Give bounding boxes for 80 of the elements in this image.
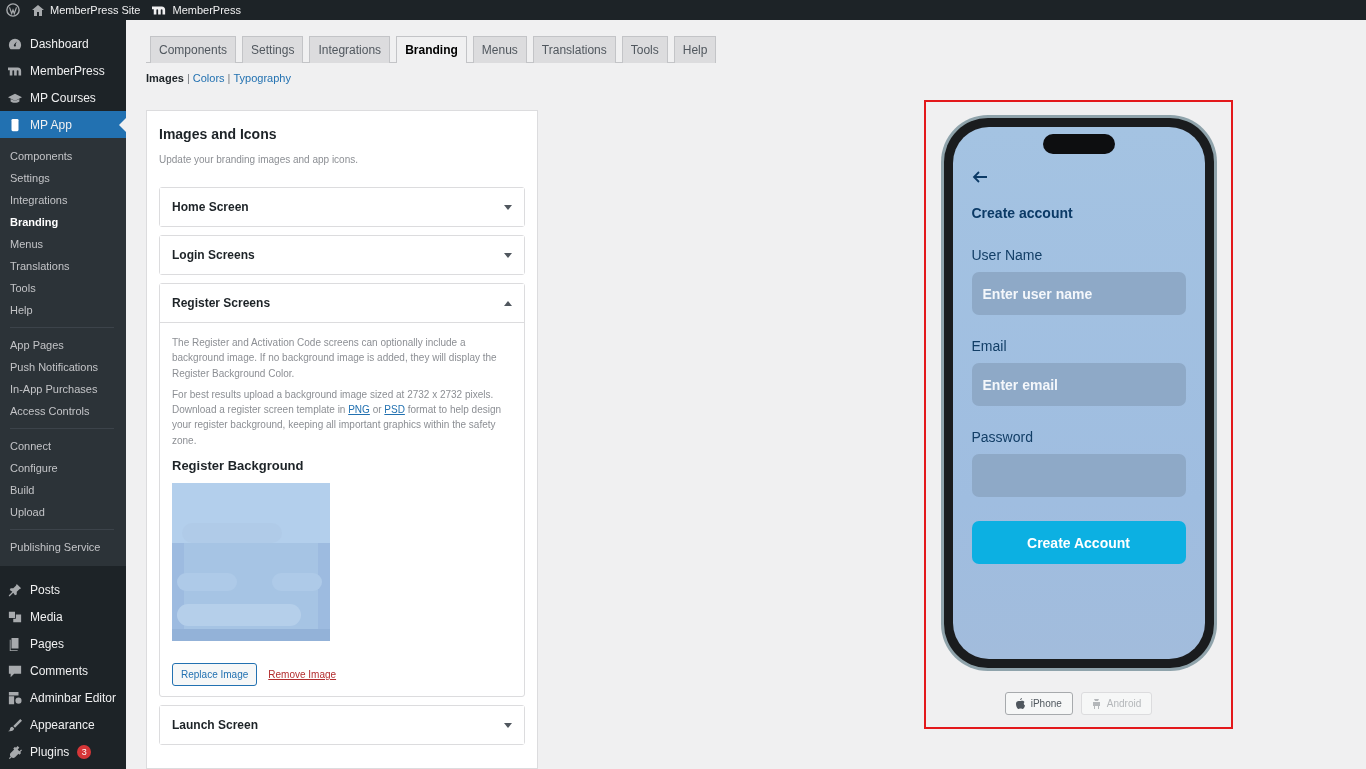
submenu-item[interactable]: Help xyxy=(0,299,126,321)
tab[interactable]: Menus xyxy=(472,36,527,63)
sidebar-item[interactable]: Plugins 3 xyxy=(0,738,126,765)
sidebar-item[interactable]: MP App xyxy=(0,111,126,138)
caret-down-icon xyxy=(504,252,512,258)
caret-down-icon xyxy=(504,204,512,210)
sidebar-item[interactable]: Appearance xyxy=(0,711,126,738)
apple-icon xyxy=(1015,698,1025,709)
brush-icon xyxy=(8,717,22,732)
submenu-item[interactable]: Components xyxy=(0,145,126,167)
submenu-item[interactable]: Build xyxy=(0,479,126,501)
field-label: User Name xyxy=(971,247,1044,263)
tab[interactable]: Help xyxy=(673,36,717,63)
back-arrow-icon[interactable] xyxy=(971,171,988,183)
tab[interactable]: Components xyxy=(150,36,237,63)
subnav-link[interactable]: Typography xyxy=(233,72,291,84)
submenu-item[interactable]: Push Notifications xyxy=(0,356,126,378)
submenu-item[interactable]: Settings xyxy=(0,167,126,189)
tab[interactable]: Settings xyxy=(242,36,304,63)
tab[interactable]: Branding xyxy=(396,36,467,63)
submenu-item[interactable]: App Pages xyxy=(0,334,126,356)
tab[interactable]: Tools xyxy=(621,36,668,63)
site-name: MemberPress Site xyxy=(50,4,141,16)
sidebar-item[interactable]: Posts xyxy=(0,576,126,603)
submenu-item[interactable]: Publishing Service xyxy=(0,536,126,558)
home-icon xyxy=(32,4,44,16)
submenu-item[interactable]: Connect xyxy=(0,435,126,457)
panel-subtitle: Update your branding images and app icons. xyxy=(159,154,360,165)
submenu-item[interactable]: Access Controls xyxy=(0,400,126,422)
panel-title: Images and Icons xyxy=(159,126,278,142)
sidebar-item[interactable]: MP Courses xyxy=(0,84,126,111)
submenu-item[interactable]: In-App Purchases xyxy=(0,378,126,400)
gauge-icon xyxy=(8,36,22,51)
submenu-item[interactable]: Menus xyxy=(0,233,126,255)
sidebar-item[interactable]: MemberPress xyxy=(0,57,126,84)
comment-icon xyxy=(8,663,22,678)
submenu-item[interactable]: Upload xyxy=(0,501,126,523)
caret-down-icon xyxy=(504,722,512,728)
remove-image-link[interactable]: Remove Image xyxy=(268,669,337,681)
media-icon xyxy=(8,609,22,624)
plugin-name: MemberPress xyxy=(172,4,241,16)
sidebar-item[interactable]: Media xyxy=(0,603,126,630)
download-link[interactable]: PNG xyxy=(348,404,370,416)
image-title: Register Background xyxy=(172,458,305,474)
pin-icon xyxy=(8,582,22,597)
robot-icon xyxy=(1091,698,1101,709)
field-label: Password xyxy=(971,429,1034,445)
device-toggle[interactable]: iPhone xyxy=(1004,692,1073,715)
subnav-link[interactable]: Colors xyxy=(192,72,225,84)
accordion-header[interactable]: Home Screen xyxy=(160,188,524,226)
accordion-header[interactable]: Login Screens xyxy=(160,236,524,274)
submenu-item[interactable]: Integrations xyxy=(0,189,126,211)
field-label: Email xyxy=(971,338,1008,354)
tab[interactable]: Integrations xyxy=(309,36,391,63)
separator: | xyxy=(186,72,190,84)
site-link[interactable]: MemberPress Site xyxy=(32,4,141,16)
screen-title: Create account xyxy=(971,205,1074,221)
wordpress-logo-icon[interactable] xyxy=(6,3,20,17)
submenu-item[interactable]: Tools xyxy=(0,277,126,299)
pages-icon xyxy=(8,636,22,651)
sidebar-item[interactable]: Pages xyxy=(0,630,126,657)
sidebar-item[interactable]: Dashboard xyxy=(0,30,126,57)
input-field[interactable] xyxy=(971,454,1186,497)
replace-image-button[interactable]: Replace Image xyxy=(172,663,258,687)
download-link[interactable]: PSD xyxy=(384,404,405,416)
subnav-link[interactable]: Images xyxy=(146,72,184,84)
sidebar-item[interactable]: Adminbar Editor xyxy=(0,684,126,711)
help-text: For best results upload a background image sized at 2732 x 2732 pixels. Download a register screen template in PNG or PSD format to help design your register background, keeping all important graphics within the safety zone. xyxy=(172,387,503,448)
submenu-item[interactable]: Configure xyxy=(0,457,126,479)
plug-icon xyxy=(8,744,22,759)
separator: | xyxy=(227,72,231,84)
submenu-item[interactable]: Translations xyxy=(0,255,126,277)
submenu-item[interactable]: Branding xyxy=(0,211,126,233)
sidebar-item[interactable]: Comments xyxy=(0,657,126,684)
update-count-badge: 3 xyxy=(77,744,92,759)
caret-up-icon xyxy=(504,300,512,306)
tab[interactable]: Translations xyxy=(532,36,616,63)
help-text: The Register and Activation Code screens can optionally include a background image. If no background image is added, they will display the Register Background Color. xyxy=(172,336,498,381)
accordion-header[interactable]: Launch Screen xyxy=(160,706,524,745)
plugin-link[interactable]: MemberPress xyxy=(152,3,241,17)
